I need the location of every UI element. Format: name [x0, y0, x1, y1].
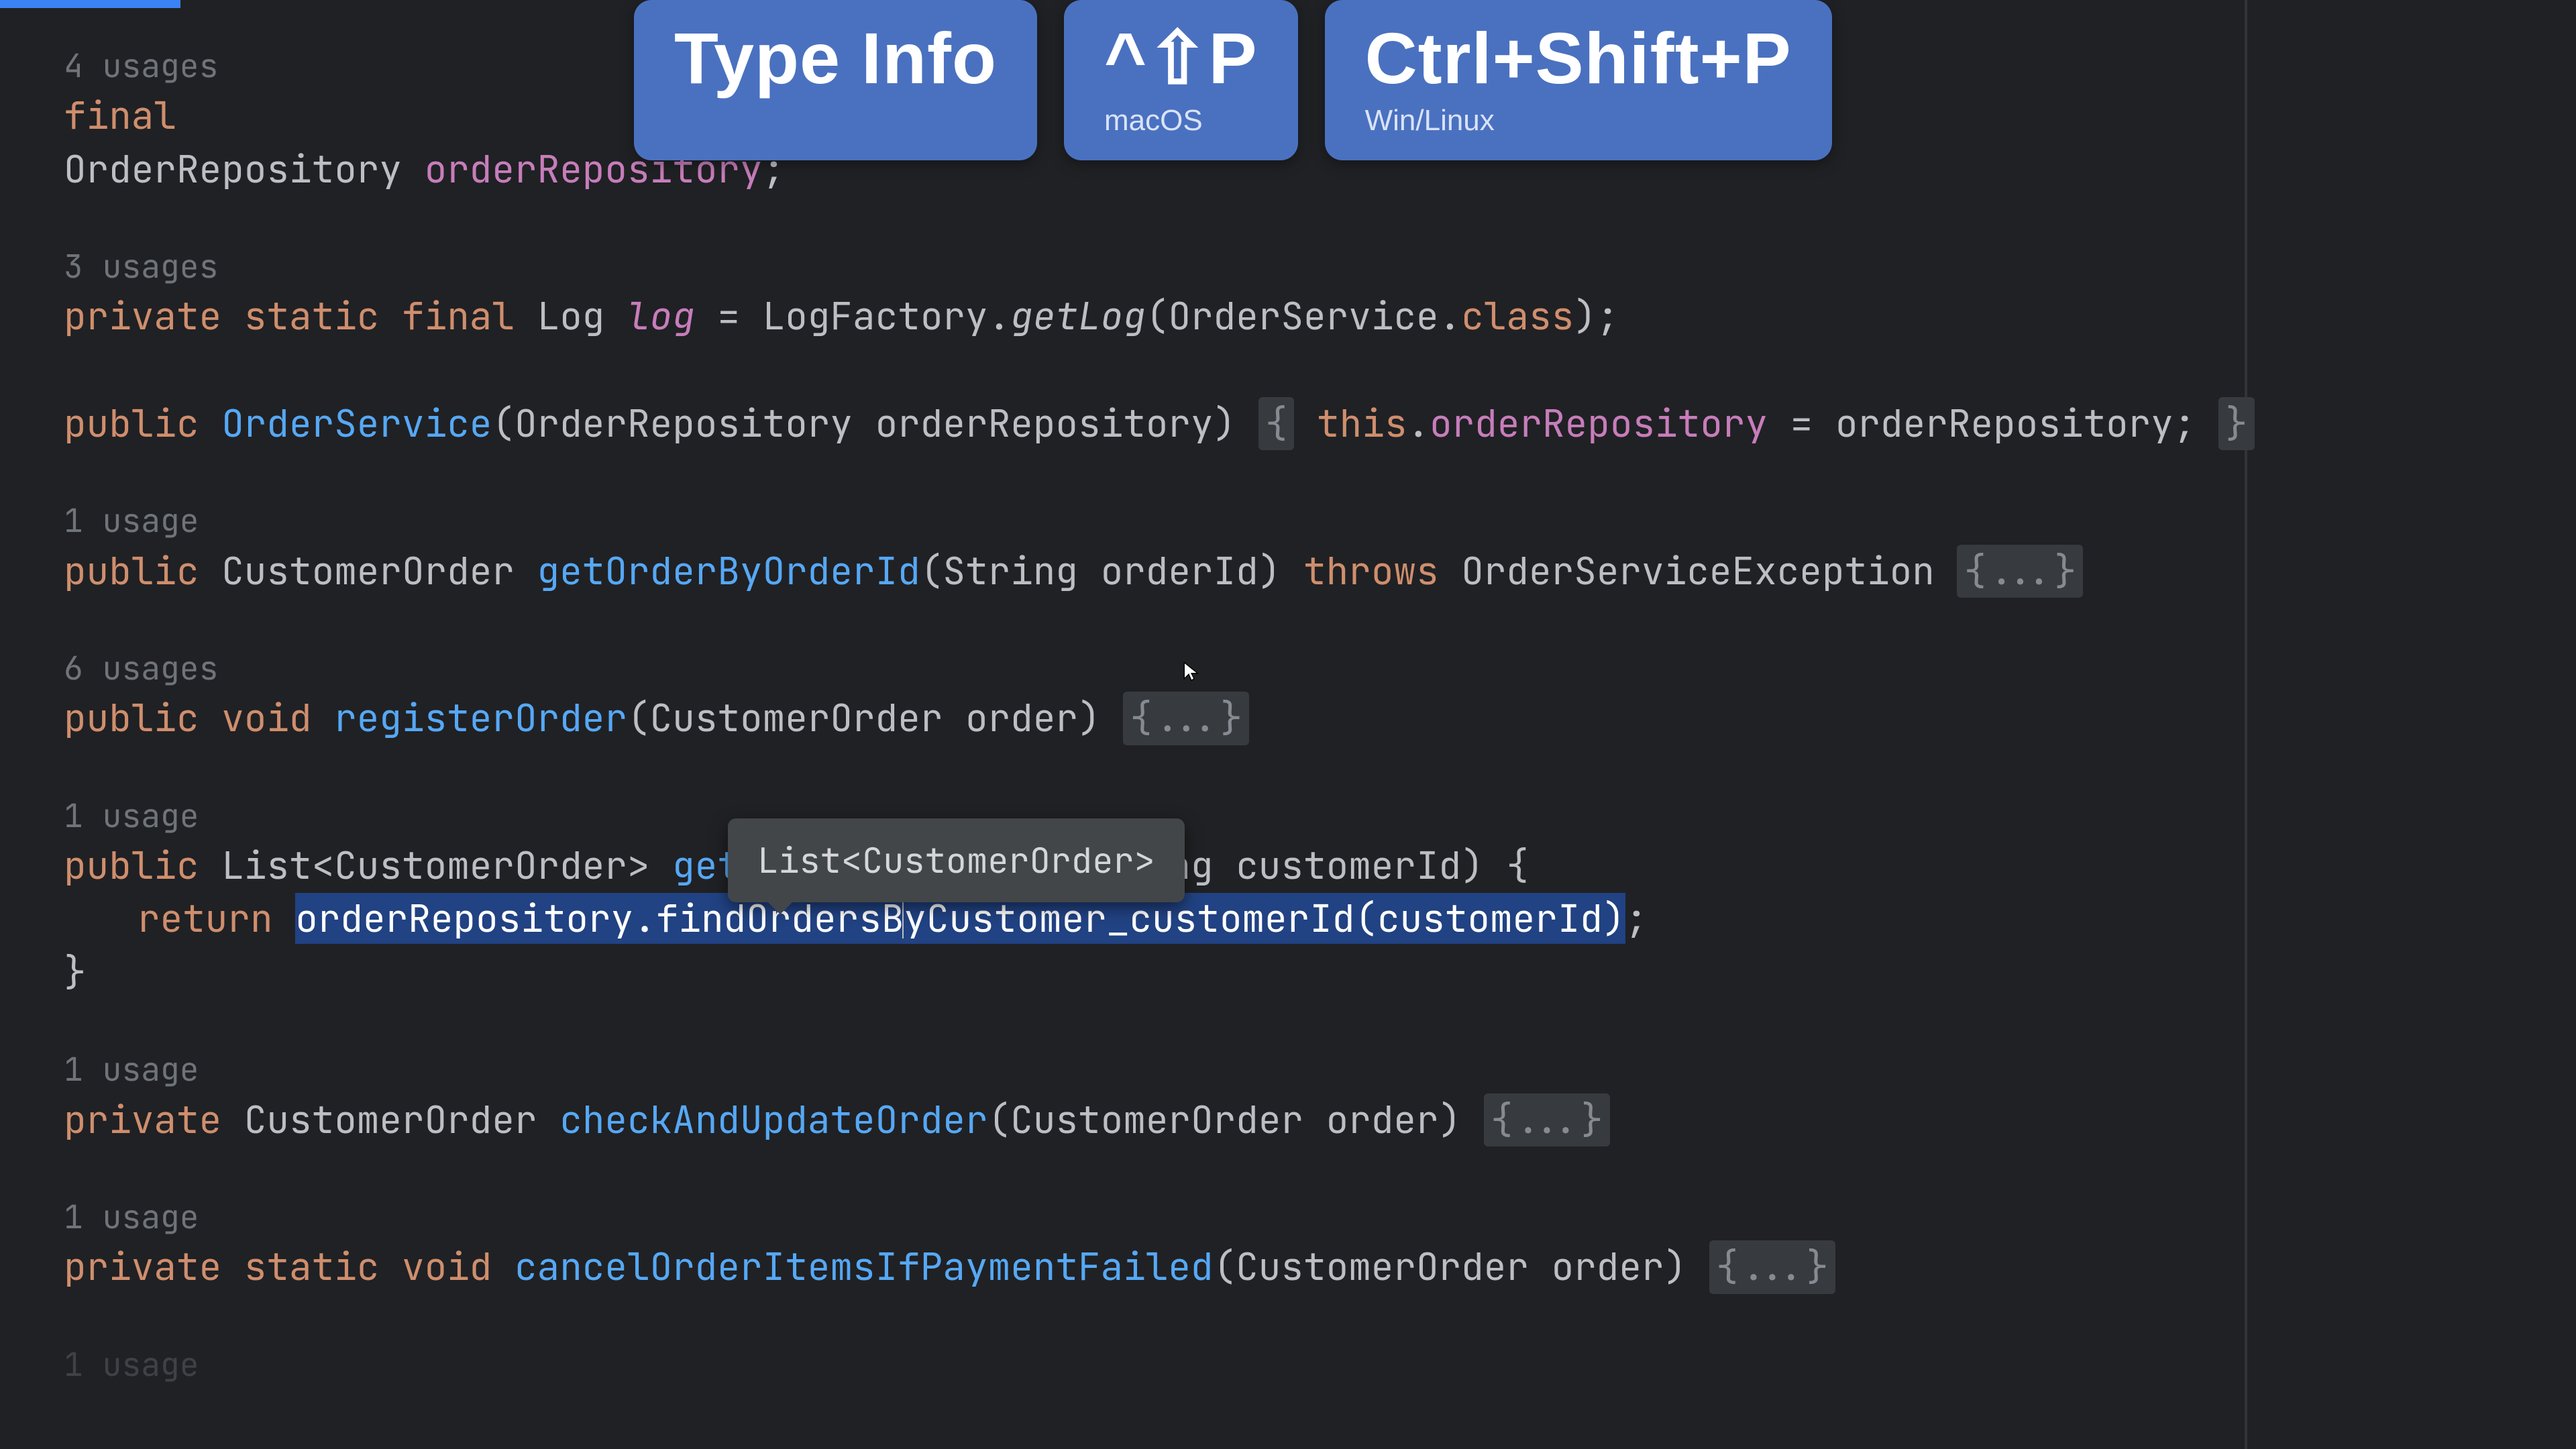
method-name: checkAndUpdateOrder — [559, 1095, 987, 1144]
mouse-cursor-icon — [1181, 661, 1202, 682]
method-name: cancelOrderItemsIfPaymentFailed — [515, 1242, 1214, 1291]
usage-hint[interactable]: 1 usage — [64, 1342, 2576, 1388]
shortcut-overlay: Type Info ^⇧P macOS Ctrl+Shift+P Win/Lin… — [634, 0, 1832, 160]
code-fold[interactable]: {...} — [1484, 1093, 1610, 1147]
usage-hint[interactable]: 1 usage — [64, 498, 2576, 544]
ident: = LogFactory. — [695, 291, 1010, 341]
keyword: private — [64, 1095, 244, 1144]
code-line[interactable]: public void registerOrder(CustomerOrder … — [64, 692, 2576, 745]
keyword: public — [64, 398, 221, 448]
usage-hint[interactable]: 1 usage — [64, 1047, 2576, 1093]
brace: } — [64, 947, 87, 997]
tooltip-text: List<CustomerOrder> — [757, 837, 1155, 883]
code-line-active[interactable]: return orderRepository.findOrdersByCusto… — [64, 892, 2576, 946]
overlay-mac-card: ^⇧P macOS — [1064, 0, 1298, 160]
ident: OrderServiceException — [1439, 546, 1957, 596]
usage-hint[interactable]: 1 usage — [64, 794, 2576, 839]
method-name: registerOrder — [334, 693, 627, 743]
space — [273, 894, 296, 943]
overlay-title: Type Info — [674, 20, 997, 96]
code-line[interactable]: private CustomerOrder checkAndUpdateOrde… — [64, 1093, 2576, 1147]
shortcut-win-label: Win/Linux — [1365, 104, 1792, 138]
ident: = orderRepository; — [1768, 398, 2218, 448]
keyword: throws — [1303, 546, 1439, 596]
keyword: private static final — [64, 291, 537, 341]
code-editor[interactable]: 4 usages final OrderRepository orderRepo… — [0, 0, 2576, 1449]
method-call: getLog — [1010, 291, 1146, 341]
ident: (OrderService. — [1146, 291, 1461, 341]
code-line[interactable]: } — [64, 946, 2576, 1000]
code-line[interactable]: private static void cancelOrderItemsIfPa… — [64, 1240, 2576, 1294]
code-fold[interactable]: {...} — [1123, 692, 1249, 745]
code-fold[interactable]: {...} — [1957, 545, 2083, 598]
keyword: return — [138, 894, 273, 943]
keyword: void — [221, 693, 334, 743]
shortcut-mac-label: macOS — [1104, 104, 1258, 138]
params: (String orderId) — [920, 546, 1303, 596]
keyword: class — [1461, 291, 1574, 341]
field-ref: orderRepository — [295, 894, 633, 943]
params: (CustomerOrder order) — [988, 1095, 1484, 1144]
type-name: CustomerOrder — [244, 1095, 559, 1144]
code-line[interactable]: public OrderService(OrderRepository orde… — [64, 397, 2576, 451]
punct: ; — [1625, 894, 1648, 943]
usage-hint[interactable]: 6 usages — [64, 646, 2576, 692]
type-info-tooltip: List<CustomerOrder> — [728, 818, 1185, 902]
brace: { — [1258, 397, 1295, 451]
method-name: getOrderByOrderId — [537, 546, 920, 596]
brace: } — [2218, 397, 2255, 451]
punct: ); — [1574, 291, 1619, 341]
keyword: public — [64, 693, 221, 743]
punct: . — [1407, 398, 1430, 448]
keyword: private static — [64, 1242, 402, 1291]
usage-hint[interactable]: 1 usage — [64, 1195, 2576, 1240]
field-name: orderRepository — [1430, 398, 1768, 448]
keyword: public — [64, 841, 221, 890]
type-name: CustomerOrder — [221, 546, 537, 596]
params: (OrderRepository orderRepository) — [492, 398, 1258, 448]
code-fold[interactable]: {...} — [1709, 1240, 1835, 1294]
keyword-final: final — [64, 91, 176, 140]
code-line[interactable]: public CustomerOrder getOrderByOrderId(S… — [64, 545, 2576, 598]
params: (CustomerOrder order) — [1214, 1242, 1709, 1291]
keyword: void — [402, 1242, 515, 1291]
overlay-title-card: Type Info — [634, 0, 1037, 160]
overlay-win-card: Ctrl+Shift+P Win/Linux — [1325, 0, 1832, 160]
shortcut-mac: ^⇧P — [1104, 20, 1258, 96]
field-name: log — [627, 291, 695, 341]
shortcut-win: Ctrl+Shift+P — [1365, 20, 1792, 96]
params: (CustomerOrder order) — [627, 693, 1123, 743]
type-name: OrderRepository — [64, 144, 425, 194]
keyword: public — [64, 546, 221, 596]
code-line[interactable]: private static final Log log = LogFactor… — [64, 290, 2576, 343]
type-name: List<CustomerOrder> — [221, 841, 672, 890]
constructor-name: OrderService — [221, 398, 492, 448]
usage-hint[interactable]: 3 usages — [64, 244, 2576, 290]
type-name: Log — [537, 291, 627, 341]
space — [1294, 398, 1317, 448]
keyword-this: this — [1317, 398, 1407, 448]
code-line[interactable]: public List<CustomerOrder> getOrdersByCu… — [64, 839, 2576, 893]
